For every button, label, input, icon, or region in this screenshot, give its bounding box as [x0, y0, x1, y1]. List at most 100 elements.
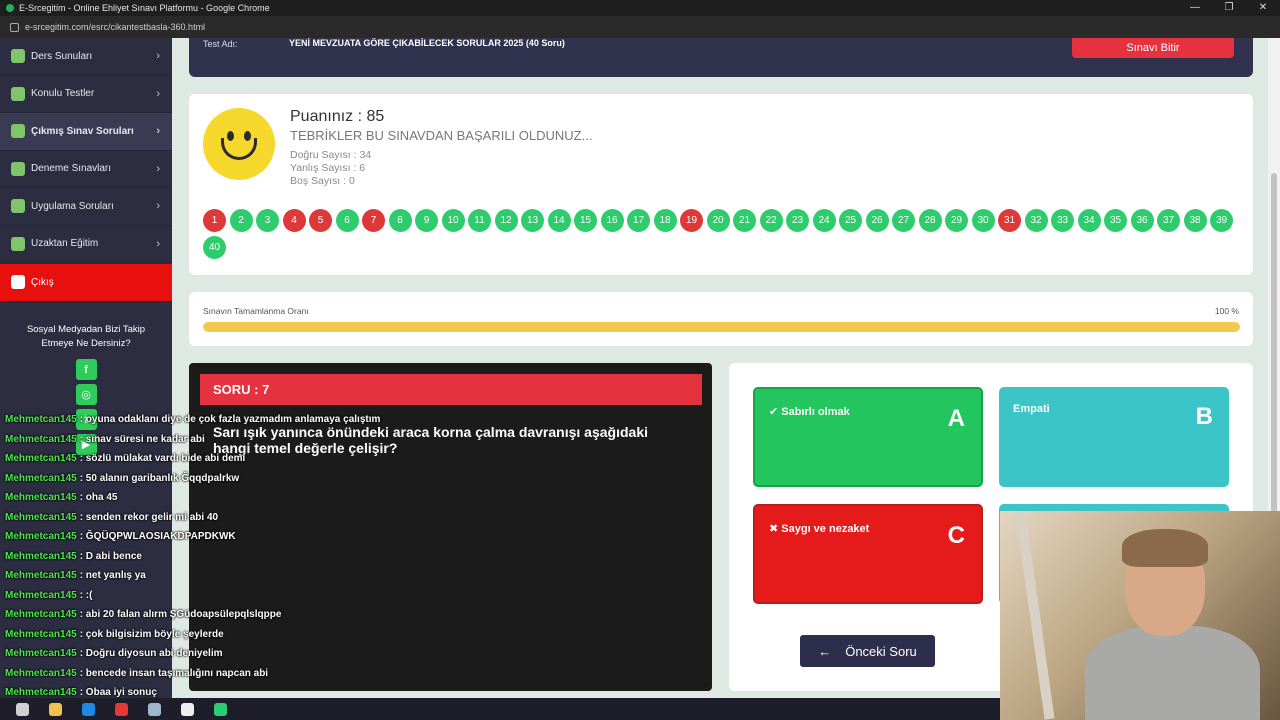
answer-circle-4[interactable]: 4 — [282, 209, 306, 232]
answer-circle-22[interactable]: 22 — [759, 209, 783, 232]
window-controls: — ❐ ✕ — [1178, 0, 1280, 16]
answer-circle-17[interactable]: 17 — [627, 209, 650, 232]
url-text[interactable]: e-srcegitim.com/esrc/cikantestbasla-360.… — [25, 22, 205, 32]
answer-circle-28[interactable]: 28 — [918, 209, 942, 232]
option-b[interactable]: Empati B — [999, 387, 1229, 487]
sidebar-item-uygulama-sorulari[interactable]: Uygulama Soruları › — [0, 188, 172, 226]
progress-bar-fill — [203, 322, 1240, 332]
finish-exam-button[interactable]: Sınavı Bitir — [1072, 38, 1234, 58]
edge-icon[interactable] — [209, 698, 231, 720]
answer-circle-30[interactable]: 30 — [971, 209, 995, 232]
answer-circle-25[interactable]: 25 — [839, 209, 862, 232]
exam-icon — [11, 161, 25, 176]
document-icon — [11, 124, 25, 139]
answer-circle-36[interactable]: 36 — [1130, 209, 1154, 232]
chat-message: Mehmetcan145: sözlü mülakat vardı bide a… — [0, 449, 320, 469]
option-a[interactable]: ✔ Sabırlı olmak A — [753, 387, 983, 487]
sidebar-item-deneme-sinavlari[interactable]: Deneme Sınavları › — [0, 151, 172, 188]
chat-message: Mehmetcan145: oyuna odaklanı diye de çok… — [0, 410, 380, 430]
answer-circle-23[interactable]: 23 — [786, 209, 809, 232]
chat-username: Mehmetcan145 — [5, 570, 77, 582]
answer-circle-3[interactable]: 3 — [256, 209, 279, 232]
chat-message: Mehmetcan145: sınav süresi ne kadar abi — [0, 430, 320, 450]
answer-circle-18[interactable]: 18 — [653, 209, 677, 232]
chat-message: Mehmetcan145: ĞQÜQPWLAOSIAKDPAPDKWK — [0, 527, 320, 547]
progress-bar — [203, 322, 1240, 332]
chrome-icon[interactable] — [110, 698, 132, 720]
answer-circle-8[interactable]: 8 — [388, 209, 412, 232]
logout-button[interactable]: Çıkış — [0, 264, 172, 302]
sidebar-item-konulu-testler[interactable]: Konulu Testler › — [0, 76, 172, 113]
chat-username: Mehmetcan145 — [5, 492, 77, 504]
chat-username: Mehmetcan145 — [5, 531, 77, 543]
chat-text: : sözlü mülakat vardı bide abi demi — [79, 453, 246, 465]
check-icon: ✔ — [769, 406, 779, 418]
answer-circle-39[interactable]: 39 — [1210, 209, 1233, 232]
answer-circle-2[interactable]: 2 — [229, 209, 253, 232]
chevron-right-icon: › — [156, 50, 160, 63]
answer-circle-24[interactable]: 24 — [812, 209, 836, 232]
answer-circle-29[interactable]: 29 — [945, 209, 968, 232]
score-card: Puanınız : 85 TEBRİKLER BU SINAVDAN BAŞA… — [189, 94, 1253, 275]
option-c[interactable]: ✖ Saygı ve nezaket C — [753, 504, 983, 604]
answer-circle-15[interactable]: 15 — [574, 209, 597, 232]
steam-icon[interactable] — [143, 698, 165, 720]
answer-circle-1[interactable]: 1 — [203, 209, 226, 232]
webcam-overlay — [1000, 511, 1280, 720]
answer-circle-27[interactable]: 27 — [892, 209, 915, 232]
answer-circle-35[interactable]: 35 — [1104, 209, 1127, 232]
chat-message: Mehmetcan145: oha 45 — [0, 488, 320, 508]
sidebar-item-cikmis-sinav-sorulari[interactable]: Çıkmış Sınav Soruları › — [0, 113, 172, 151]
answer-circle-38[interactable]: 38 — [1183, 209, 1207, 232]
chat-message: Mehmetcan145: abi 20 falan alırm ŞGüdoap… — [0, 605, 320, 625]
sidebar-item-uzaktan-egitim[interactable]: Uzaktan Eğitim › — [0, 226, 172, 263]
close-button[interactable]: ✕ — [1246, 0, 1280, 16]
stream-chat-overlay: Mehmetcan145 : oyuna odaklanı diye de çok… — [0, 410, 380, 703]
answer-circle-16[interactable]: 16 — [600, 209, 624, 232]
answer-circle-9[interactable]: 9 — [415, 209, 438, 232]
option-b-letter: B — [1195, 403, 1213, 430]
answer-circle-32[interactable]: 32 — [1024, 209, 1048, 232]
answer-circle-19[interactable]: 19 — [680, 209, 703, 232]
chat-text: : oha 45 — [79, 492, 118, 504]
answer-circle-7[interactable]: 7 — [362, 209, 385, 232]
site-info-icon[interactable] — [10, 22, 19, 32]
answer-circle-20[interactable]: 20 — [706, 209, 730, 232]
file-explorer-icon[interactable] — [44, 698, 66, 720]
answer-circle-6[interactable]: 6 — [335, 209, 359, 232]
facebook-icon[interactable]: f — [75, 359, 97, 380]
answer-circle-31[interactable]: 31 — [998, 209, 1021, 232]
answer-circle-14[interactable]: 14 — [547, 209, 571, 232]
chat-text: : çok bilgisizim böyle şeylerde — [79, 628, 224, 640]
outlook-icon[interactable] — [77, 698, 99, 720]
answer-circle-40[interactable]: 40 — [203, 236, 226, 259]
site-favicon-icon — [6, 4, 14, 12]
chevron-right-icon: › — [156, 87, 160, 100]
answer-circle-5[interactable]: 5 — [309, 209, 332, 232]
task-view-icon[interactable] — [11, 698, 33, 720]
sidebar-item-label: Ders Sunuları — [31, 50, 93, 62]
sidebar-item-ders-sunulari[interactable]: Ders Sunuları › — [0, 38, 172, 76]
monitor-icon — [11, 236, 25, 251]
minimize-button[interactable]: — — [1178, 0, 1212, 16]
chat-text: : oyuna odaklanı diye de çok fazla yazma… — [79, 414, 381, 426]
window-title: E-Srcegitim - Online Ehliyet Sınavı Plat… — [19, 3, 270, 13]
answer-circle-21[interactable]: 21 — [733, 209, 756, 232]
answer-circle-10[interactable]: 10 — [441, 209, 465, 232]
obs-icon[interactable] — [176, 698, 198, 720]
answer-circle-11[interactable]: 11 — [468, 209, 491, 232]
instagram-icon[interactable]: ◎ — [75, 384, 97, 405]
previous-question-button[interactable]: ← Önceki Soru — [800, 635, 935, 667]
answer-circle-13[interactable]: 13 — [521, 209, 544, 232]
answer-circle-26[interactable]: 26 — [865, 209, 889, 232]
answer-circle-37[interactable]: 37 — [1157, 209, 1180, 232]
answer-circle-12[interactable]: 12 — [494, 209, 518, 232]
restore-button[interactable]: ❐ — [1212, 0, 1246, 16]
option-a-text: ✔ Sabırlı olmak — [769, 406, 850, 418]
address-bar[interactable]: e-srcegitim.com/esrc/cikantestbasla-360.… — [0, 16, 1280, 38]
chat-username: Mehmetcan145 — [5, 511, 77, 523]
score-message: TEBRİKLER BU SINAVDAN BAŞARILI OLDUNUZ..… — [290, 128, 593, 143]
chevron-right-icon: › — [156, 125, 160, 138]
answer-circle-34[interactable]: 34 — [1077, 209, 1101, 232]
answer-circle-33[interactable]: 33 — [1051, 209, 1074, 232]
